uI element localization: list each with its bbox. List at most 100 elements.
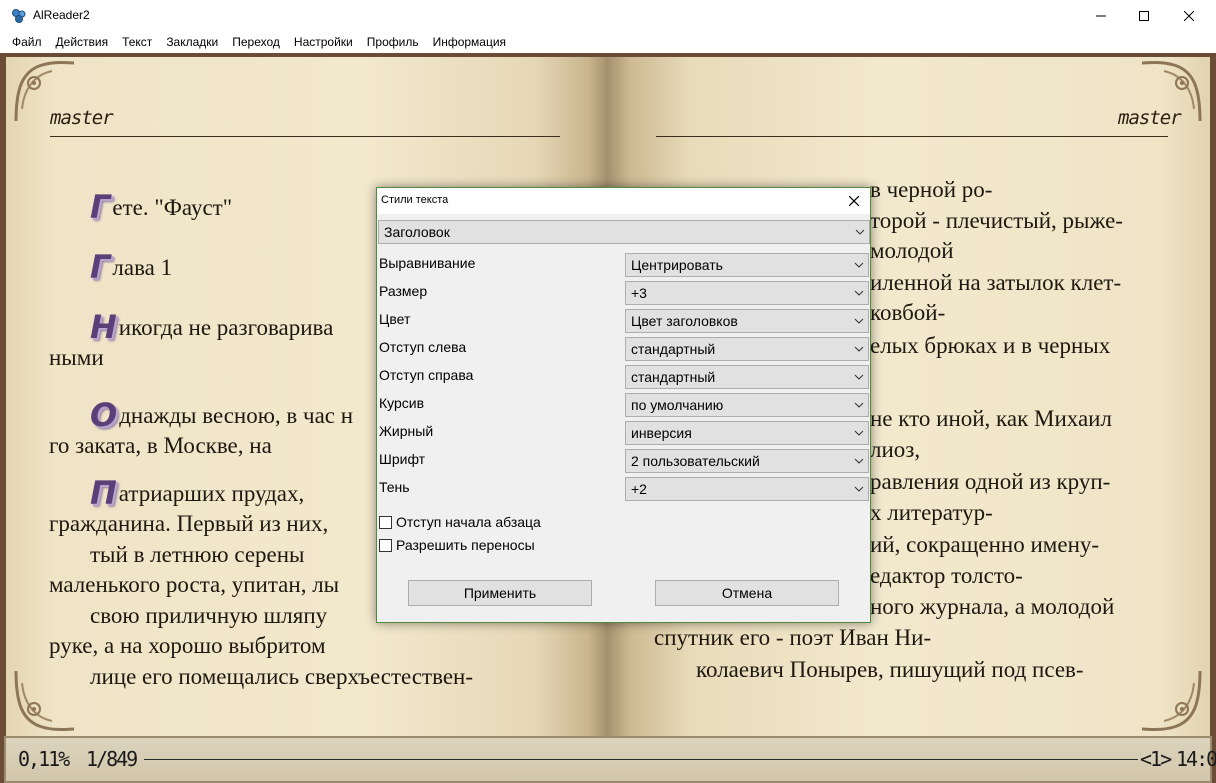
align-select[interactable]: Центрировать (625, 253, 869, 277)
size-select[interactable]: +3 (625, 281, 869, 305)
menu-bookmarks[interactable]: Закладки (159, 32, 225, 53)
text-line: иленной на затылок клет- (870, 270, 1122, 295)
checkbox-box[interactable] (379, 515, 392, 529)
paragraph-indent-checkbox[interactable]: Отступ начала абзаца (379, 514, 541, 530)
menu-info[interactable]: Информация (426, 32, 513, 53)
close-icon (849, 196, 859, 206)
minimize-button[interactable] (1078, 0, 1124, 32)
text-line: ий, сокращенно имену- (870, 532, 1100, 557)
indent-right-label: Отступ справа (379, 367, 474, 383)
chevron-down-icon (854, 262, 864, 268)
font-select[interactable]: 2 пользовательский (625, 449, 869, 473)
shadow-label: Тень (379, 479, 410, 495)
bold-label: Жирный (379, 423, 434, 439)
text-styles-dialog: Стили текста Заголовок Выравнивание Цент… (376, 187, 871, 623)
indent-right-select[interactable]: стандартный (625, 365, 869, 389)
text-line: колаевич Понырев, пишущий под псев- (696, 657, 1084, 682)
header-rule (50, 136, 560, 137)
text-line: не кто иной, как Михаил (870, 406, 1112, 431)
indent-left-label: Отступ слева (379, 339, 467, 355)
text-line: маленького роста, упитан, лы (49, 572, 340, 597)
app-logo-icon (12, 9, 26, 23)
text-line: равления одной из круп- (870, 469, 1111, 494)
color-select[interactable]: Цвет заголовков (625, 309, 869, 333)
drop-cap: Н (90, 308, 117, 346)
apply-button[interactable]: Применить (408, 580, 592, 606)
text-line: Никогда не разговарива (90, 308, 334, 346)
bold-select[interactable]: инверсия (625, 421, 869, 445)
header-rule (656, 136, 1168, 137)
chevron-down-icon (854, 374, 864, 380)
hyphenation-checkbox[interactable]: Разрешить переносы (379, 537, 535, 553)
maximize-button[interactable] (1121, 0, 1167, 32)
color-label: Цвет (379, 311, 411, 327)
menu-goto[interactable]: Переход (225, 32, 287, 53)
chevron-down-icon (854, 458, 864, 464)
text-line: Гете. "Фауст" (90, 188, 233, 226)
text-line: торой - плечистый, рыже- (870, 208, 1123, 233)
text-line: едактор толсто- (870, 563, 1023, 588)
chevron-down-icon (854, 346, 864, 352)
text-line: Глава 1 (90, 248, 173, 286)
text-line: елых брюках и в черных (870, 333, 1111, 358)
indent-left-select[interactable]: стандартный (625, 337, 869, 361)
drop-cap: Г (90, 248, 111, 286)
text-line: х литератур- (870, 500, 993, 525)
align-label: Выравнивание (379, 255, 476, 271)
text-line: лице его помещались сверхъестествен- (90, 664, 474, 689)
ornament-icon (1141, 670, 1202, 731)
window-title: AlReader2 (33, 8, 90, 22)
style-select[interactable]: Заголовок (378, 220, 870, 244)
shadow-select[interactable]: +2 (625, 477, 869, 501)
title-bar: AlReader2 (0, 0, 1216, 32)
text-line: ными (49, 345, 104, 370)
text-line: Однажды весною, в час н (90, 396, 354, 434)
text-line: ного журнала, а молодой (870, 594, 1115, 619)
text-line: Патриарших прудах, (90, 474, 305, 512)
chevron-down-icon (855, 229, 865, 235)
progress-percent: 0,11% (18, 747, 70, 771)
drop-cap: П (90, 474, 117, 512)
minimize-icon (1096, 15, 1106, 17)
menu-text[interactable]: Текст (115, 32, 159, 53)
chevron-down-icon (854, 430, 864, 436)
text-line: молодой (870, 238, 954, 263)
progress-track[interactable] (144, 759, 1138, 760)
right-running-head: master (1118, 107, 1182, 129)
drop-cap: Г (90, 188, 111, 226)
menu-bar: Файл Действия Текст Закладки Переход Нас… (0, 32, 1216, 53)
clock: 14:00 (1176, 747, 1216, 771)
ornament-icon (14, 670, 75, 731)
status-bar[interactable]: 0,11% 1/849 <1> 14:00 (4, 736, 1216, 783)
italic-label: Курсив (379, 395, 425, 411)
text-line: в черной ро- (870, 177, 993, 202)
drop-cap: О (90, 396, 118, 434)
font-label: Шрифт (379, 451, 426, 467)
menu-profile[interactable]: Профиль (360, 32, 426, 53)
text-line: ковбой- (870, 300, 946, 325)
cancel-button[interactable]: Отмена (655, 580, 839, 606)
left-running-head: master (50, 107, 114, 129)
dialog-title: Стили текста (381, 194, 449, 206)
size-label: Размер (379, 283, 428, 299)
close-button[interactable] (1166, 0, 1212, 32)
text-line: свою приличную шляпу (90, 603, 328, 628)
close-icon (1184, 11, 1194, 21)
checkbox-box[interactable] (379, 538, 392, 552)
text-line: тый в летнюю серены (90, 542, 305, 567)
chapter-indicator: <1> (1140, 747, 1172, 771)
dialog-title-bar: Стили текста (377, 188, 870, 214)
app-window: AlReader2 Файл Действия Текст Закладки П… (0, 0, 1216, 783)
page-counter: 1/849 (86, 747, 138, 771)
chevron-down-icon (854, 402, 864, 408)
dialog-close-button[interactable] (844, 192, 864, 210)
chevron-down-icon (854, 486, 864, 492)
chevron-down-icon (854, 290, 864, 296)
menu-actions[interactable]: Действия (49, 32, 116, 53)
italic-select[interactable]: по умолчанию (625, 393, 869, 417)
menu-settings[interactable]: Настройки (287, 32, 360, 53)
menu-file[interactable]: Файл (5, 32, 49, 53)
text-line: руке, а на хорошо выбритом (49, 633, 326, 658)
text-line: спутник его - поэт Иван Ни- (654, 625, 932, 650)
maximize-icon (1139, 11, 1149, 21)
